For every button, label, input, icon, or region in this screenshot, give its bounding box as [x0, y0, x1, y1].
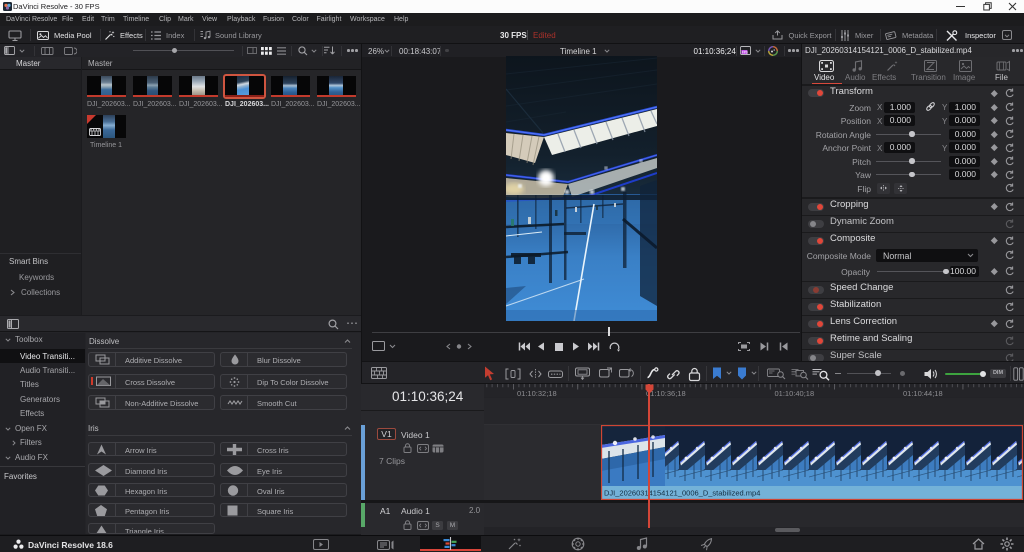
svg-text:DJI_20260314154121_0006_D_stab: DJI_20260314154121_0006_D_stabilized.mp4: [604, 489, 760, 498]
svg-text:FPS: FPS: [742, 50, 748, 54]
